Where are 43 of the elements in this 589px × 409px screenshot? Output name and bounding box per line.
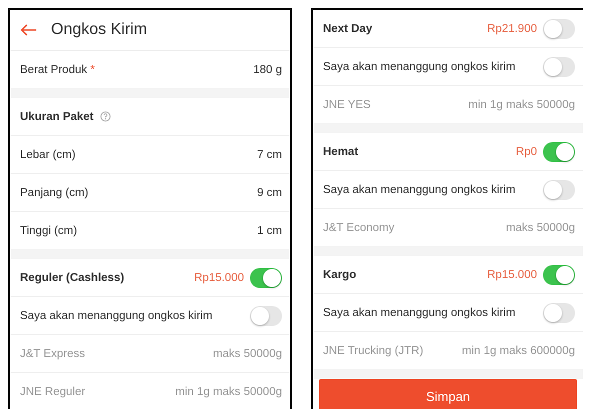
courier-name: JNE YES (323, 98, 371, 110)
toggle-switch[interactable] (543, 18, 575, 38)
weight-limit: min 1g maks 50000g (175, 386, 282, 398)
service-name: Reguler (Cashless) (20, 272, 124, 284)
field-label: Berat Produk * (20, 64, 95, 76)
service-price: Rp0 (516, 146, 537, 158)
service-price: Rp15.000 (487, 268, 537, 280)
weight-limit: min 1g maks 50000g (468, 98, 575, 110)
field-value[interactable]: 1 cm (257, 224, 282, 236)
toggle-switch[interactable] (543, 56, 575, 76)
field-label: Lebar (cm) (20, 148, 76, 160)
back-arrow-icon[interactable] (20, 23, 37, 37)
save-button[interactable]: Simpan (319, 379, 577, 409)
service-name: Next Day (323, 22, 372, 34)
toggle-switch[interactable] (543, 302, 575, 322)
courier-name: JNE Reguler (20, 386, 86, 398)
service-price: Rp21.900 (487, 22, 537, 34)
weight-limit: min 1g maks 600000g (462, 344, 575, 356)
toggle-label: Saya akan menanggung ongkos kirim (20, 310, 212, 322)
toggle-switch[interactable] (543, 180, 575, 200)
service-name: Hemat (323, 146, 358, 158)
toggle-label: Saya akan menanggung ongkos kirim (323, 306, 516, 318)
toggle-switch[interactable] (543, 264, 575, 284)
field-label: Panjang (cm) (20, 186, 88, 198)
help-icon[interactable] (100, 111, 111, 122)
weight-limit: maks 50000g (212, 348, 282, 360)
field-value[interactable]: 9 cm (257, 186, 282, 198)
toggle-switch[interactable] (250, 268, 282, 288)
service-price: Rp15.000 (194, 272, 244, 284)
courier-name: JNE Trucking (JTR) (323, 344, 424, 356)
page-title: Ongkos Kirim (51, 21, 148, 39)
toggle-switch[interactable] (250, 306, 282, 326)
courier-name: J&T Economy (323, 222, 394, 234)
field-value[interactable]: 7 cm (257, 148, 282, 160)
weight-limit: maks 50000g (506, 222, 575, 234)
field-label: Tinggi (cm) (20, 224, 78, 236)
toggle-label: Saya akan menanggung ongkos kirim (323, 184, 516, 196)
toggle-label: Saya akan menanggung ongkos kirim (323, 60, 516, 72)
courier-name: J&T Express (20, 348, 85, 360)
field-value[interactable]: 180 g (253, 64, 282, 76)
service-name: Kargo (323, 268, 356, 280)
toggle-switch[interactable] (543, 142, 575, 162)
section-heading: Ukuran Paket (20, 110, 94, 122)
